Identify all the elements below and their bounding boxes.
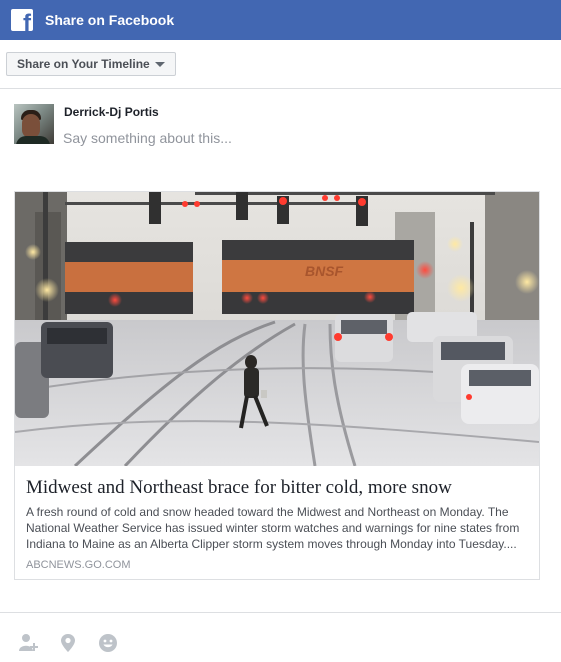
- link-preview-title[interactable]: Midwest and Northeast brace for bitter c…: [26, 477, 531, 499]
- location-pin-icon[interactable]: [59, 633, 79, 653]
- share-destination-dropdown[interactable]: Share on Your Timeline: [6, 52, 176, 76]
- dialog-header: f Share on Facebook: [0, 0, 561, 40]
- share-destination-label: Share on Your Timeline: [17, 57, 150, 71]
- link-preview-domain: ABCNEWS.GO.COM: [26, 559, 131, 571]
- dialog-title: Share on Facebook: [45, 12, 175, 28]
- facebook-f-icon: f: [11, 9, 33, 31]
- link-preview-card[interactable]: BNSF Midwest and Northeast brace for bit…: [14, 191, 540, 580]
- share-destination-bar: Share on Your Timeline: [0, 40, 561, 89]
- user-name: Derrick-Dj Portis: [64, 105, 159, 119]
- link-preview-description: A fresh round of cold and snow headed to…: [26, 505, 520, 551]
- share-comment-input[interactable]: [63, 128, 523, 148]
- tag-people-icon[interactable]: [19, 633, 39, 653]
- svg-text:BNSF: BNSF: [305, 263, 344, 279]
- feeling-smiley-icon[interactable]: [98, 633, 118, 653]
- avatar: [14, 104, 54, 144]
- link-preview-image: BNSF: [15, 192, 539, 466]
- footer-divider: [0, 612, 561, 613]
- chevron-down-icon: [155, 62, 165, 67]
